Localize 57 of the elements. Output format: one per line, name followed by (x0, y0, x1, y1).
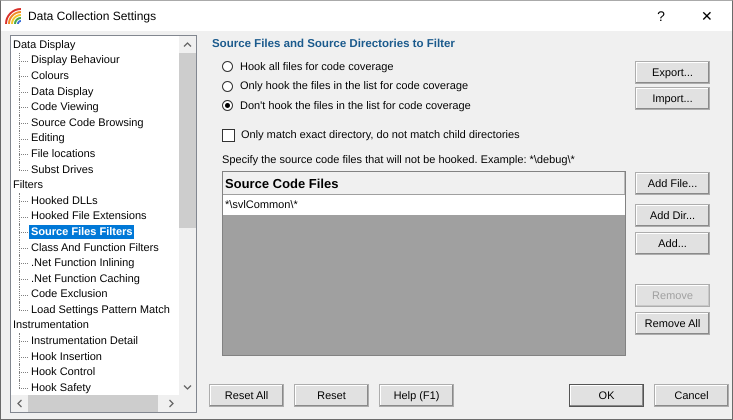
tree-item[interactable]: Instrumentation Detail (29, 334, 140, 348)
tree-item[interactable]: Data Display (29, 84, 96, 99)
tree-item[interactable]: Source Files Filters (29, 224, 134, 239)
rainbow-icon (5, 8, 22, 24)
add-directory-button[interactable]: Add Dir... (635, 204, 710, 227)
source-files-list[interactable]: Source Code Files *\svlCommon\* (222, 171, 626, 356)
tree-item[interactable]: Display Behaviour (29, 53, 122, 68)
scroll-left-icon[interactable] (17, 399, 22, 408)
tree-item[interactable]: Hooked File Extensions (29, 209, 149, 224)
instruction-text: Specify the source code files that will not be hooked. Example: *\debug\* (222, 154, 576, 168)
tree-item[interactable]: Code Exclusion (29, 287, 110, 302)
radio-button[interactable] (222, 61, 233, 72)
tree-item[interactable]: Code Viewing (29, 100, 101, 114)
ok-button[interactable]: OK (569, 384, 644, 407)
section-heading: Source Files and Source Directories to Filter (212, 38, 456, 52)
tree-item[interactable]: Instrumentation (11, 318, 91, 332)
radio-label: Don't hook the files in the list for code coverage (240, 100, 471, 112)
import-button[interactable]: Import... (635, 87, 710, 110)
tree-item[interactable]: Editing (29, 131, 67, 146)
remove-all-button[interactable]: Remove All (635, 312, 710, 335)
tree-item[interactable]: Hook Control (29, 365, 98, 380)
radio-button[interactable] (222, 100, 233, 112)
tree-item[interactable]: Hook Insertion (29, 350, 104, 364)
checkbox[interactable] (222, 128, 235, 142)
vertical-scrollbar[interactable] (179, 36, 196, 396)
scroll-right-icon[interactable] (169, 399, 174, 408)
tree-item[interactable]: Subst Drives (29, 162, 96, 177)
tree-item[interactable]: Source Code Browsing (29, 116, 146, 130)
radio-label: Hook all files for code coverage (240, 60, 394, 73)
help-button[interactable]: ? (638, 8, 684, 24)
scroll-down-icon[interactable] (183, 385, 192, 390)
checkbox-label: Only match exact directory, do not match child directories (241, 129, 520, 142)
tree-item[interactable]: Hook Safety (29, 380, 93, 395)
scroll-up-icon[interactable] (183, 42, 192, 47)
help-f1-button[interactable]: Help (F1) (379, 384, 454, 407)
radio-button[interactable] (222, 80, 233, 92)
radio-label: Only hook the files in the list for code coverage (240, 80, 468, 92)
tree-item[interactable]: Filters (11, 178, 45, 192)
column-header[interactable]: Source Code Files (223, 172, 625, 194)
add-button[interactable]: Add... (635, 232, 710, 255)
add-file-button[interactable]: Add File... (635, 172, 710, 195)
list-row[interactable]: *\svlCommon\* (223, 195, 625, 215)
tree-item[interactable]: Hooked DLLs (29, 194, 100, 208)
window-title: Data Collection Settings (28, 9, 158, 23)
export-button[interactable]: Export... (635, 61, 710, 84)
tree-item[interactable]: Load Settings Pattern Match (29, 302, 172, 317)
tree-item[interactable]: .Net Function Caching (29, 272, 142, 286)
tree-item[interactable]: Colours (29, 68, 71, 83)
close-button[interactable]: ✕ (684, 8, 730, 24)
tree-item[interactable]: Data Display (11, 38, 78, 52)
tree-item[interactable]: Class And Function Filters (29, 240, 161, 255)
tree-item[interactable]: File locations (29, 146, 98, 161)
tree-item[interactable]: .Net Function Inlining (29, 256, 136, 270)
reset-button[interactable]: Reset (294, 384, 369, 407)
reset-all-button[interactable]: Reset All (209, 384, 284, 407)
cancel-button[interactable]: Cancel (654, 384, 729, 407)
horizontal-scrollbar[interactable] (11, 395, 180, 412)
